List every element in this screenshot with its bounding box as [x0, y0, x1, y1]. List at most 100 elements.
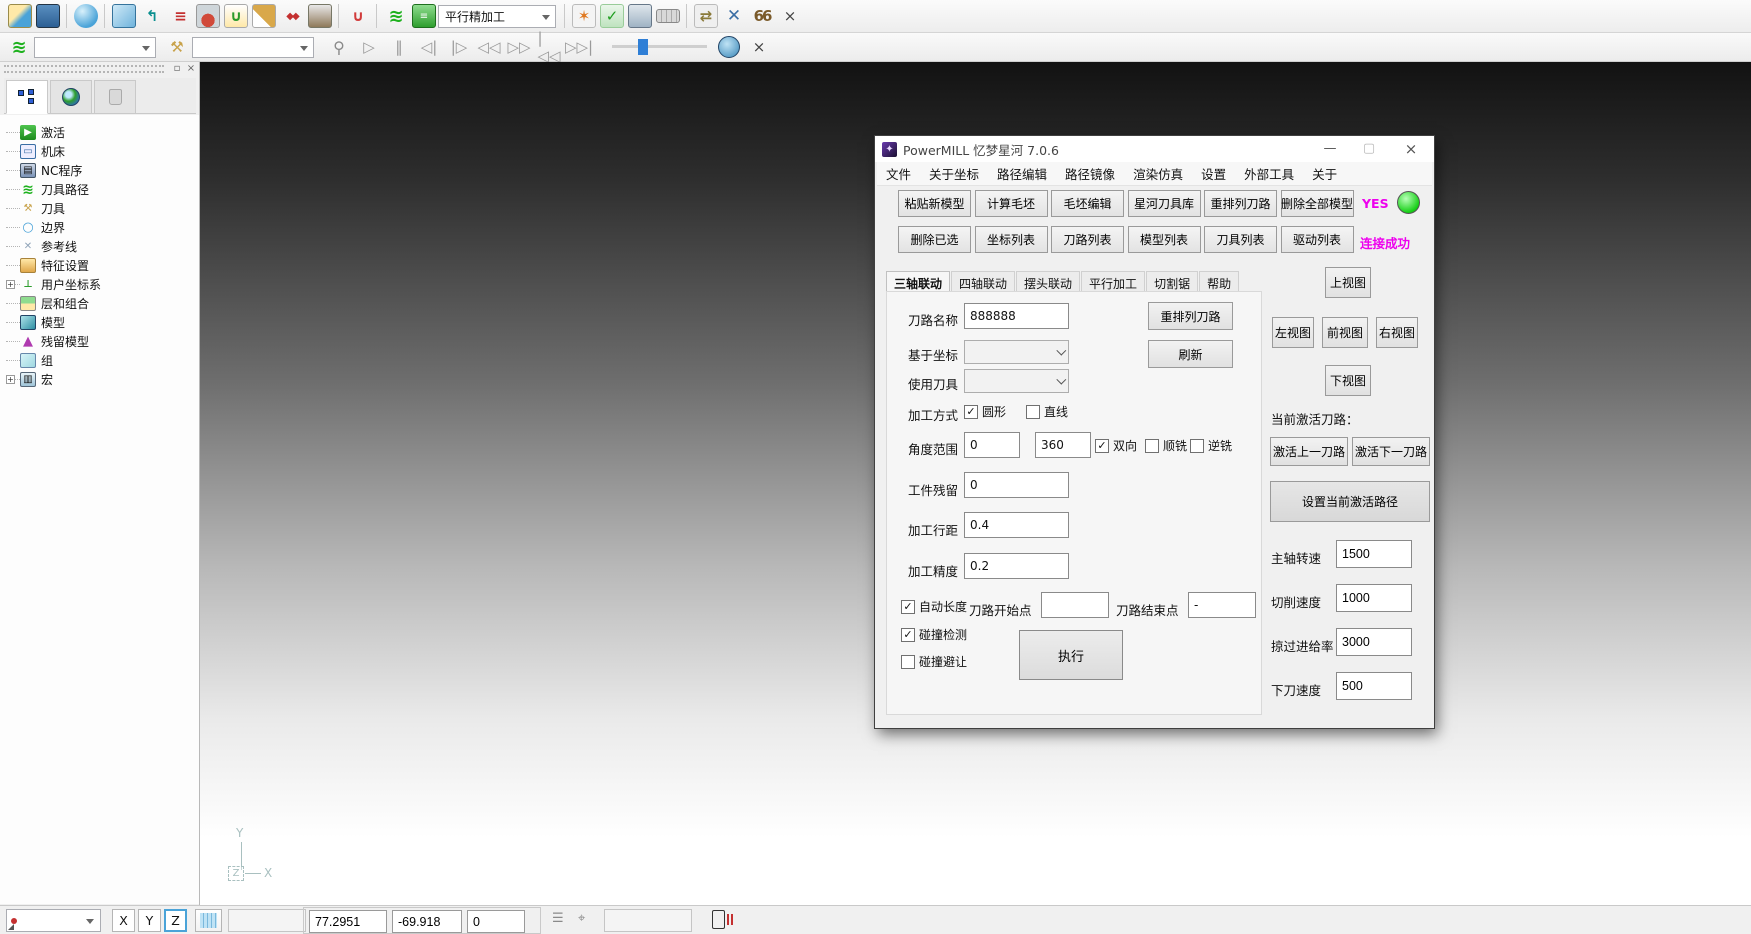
calculator-icon[interactable] [628, 4, 652, 28]
toolbar-close-icon[interactable]: × [778, 4, 802, 28]
view-top-button[interactable]: 上视图 [1325, 267, 1371, 298]
tool-icon[interactable]: ∪ [224, 4, 248, 28]
menu-external-tools[interactable]: 外部工具 [1235, 160, 1303, 187]
paste-new-model-button[interactable]: 粘贴新模型 [898, 190, 971, 217]
toolpath-name-input[interactable] [964, 303, 1069, 329]
cursor-z-input[interactable] [467, 910, 525, 933]
compute-block-button[interactable]: 计算毛坯 [975, 190, 1048, 217]
tree-item-patterns[interactable]: ✕ 参考线 [6, 237, 199, 256]
delete-selected-button[interactable]: 删除已选 [898, 226, 971, 253]
minimize-icon[interactable]: — [1313, 136, 1347, 162]
points-icon[interactable]: ◆◆ [280, 4, 304, 28]
angle-start-input[interactable] [964, 432, 1020, 458]
pattern-icon[interactable] [252, 4, 276, 28]
tab-help[interactable]: 帮助 [1199, 271, 1239, 292]
view-bottom-button[interactable]: 下视图 [1325, 365, 1371, 396]
clipboard-pause-icon[interactable] [712, 910, 725, 929]
menu-about-coords[interactable]: 关于坐标 [920, 160, 988, 187]
step-back-icon[interactable]: ◁| [418, 36, 440, 58]
clock-icon[interactable] [718, 36, 740, 58]
rapid-move-heights-icon[interactable]: ↰ [140, 4, 164, 28]
go-to-end-icon[interactable]: ▷▷| [568, 36, 590, 58]
save-project-icon[interactable] [36, 4, 60, 28]
menu-render-simulate[interactable]: 渲染仿真 [1124, 160, 1192, 187]
rewind-icon[interactable]: ◁◁ [478, 36, 500, 58]
auto-length-checkbox[interactable]: ✓ 自动长度 [901, 598, 967, 615]
axis-y-button[interactable]: Y [138, 909, 161, 932]
tree-item-tools[interactable]: ⚒ 刀具 [6, 199, 199, 218]
block-edit-button[interactable]: 毛坯编辑 [1051, 190, 1124, 217]
open-project-icon[interactable] [8, 4, 32, 28]
menu-path-mirror[interactable]: 路径镜像 [1056, 160, 1124, 187]
expand-icon[interactable]: + [6, 375, 15, 384]
collision-avoid-checkbox[interactable]: 碰撞避让 [901, 653, 967, 670]
climb-mill-checkbox[interactable]: 顺铣 [1145, 437, 1187, 454]
xyz-list-icon[interactable]: ☰ [552, 911, 564, 926]
menu-about[interactable]: 关于 [1303, 160, 1346, 187]
view-right-button[interactable]: 右视图 [1376, 317, 1418, 348]
activate-prev-toolpath-button[interactable]: 激活上一刀路 [1270, 437, 1348, 466]
grid-snap-button[interactable] [195, 909, 222, 932]
delete-all-models-button[interactable]: 删除全部模型 [1281, 190, 1354, 217]
simulation-speed-slider[interactable] [612, 45, 707, 48]
maximize-icon[interactable]: ▢ [1352, 136, 1386, 162]
lightbulb-icon[interactable]: ⚲ [328, 36, 350, 58]
line-checkbox[interactable]: 直线 [1026, 403, 1068, 420]
glasses-icon[interactable]: 66 [750, 4, 774, 28]
probe-combobox[interactable] [6, 909, 101, 932]
cut-icon[interactable]: ✕ [722, 4, 746, 28]
locate-point-icon[interactable]: ⌖ [578, 911, 585, 926]
view-left-button[interactable]: 左视图 [1272, 317, 1314, 348]
coord-base-select[interactable] [964, 340, 1069, 364]
model-list-button[interactable]: 模型列表 [1128, 226, 1201, 253]
activate-next-toolpath-button[interactable]: 激活下一刀路 [1352, 437, 1430, 466]
tree-item-machine[interactable]: ▭ 机床 [6, 142, 199, 161]
tab-saw[interactable]: 切割锯 [1146, 271, 1198, 292]
axis-x-button[interactable]: X [112, 909, 135, 932]
panel-grip[interactable] [4, 65, 164, 73]
play-icon[interactable]: ▷ [358, 36, 380, 58]
stock-remain-input[interactable] [964, 472, 1069, 498]
view-front-button[interactable]: 前视图 [1322, 317, 1368, 348]
strategy-combobox[interactable]: 平行精加工 [438, 5, 556, 28]
axis-z-button[interactable]: Z [164, 909, 187, 932]
tree-item-feature-sets[interactable]: 特征设置 [6, 256, 199, 275]
drive-list-button[interactable]: 驱动列表 [1281, 226, 1354, 253]
menu-path-edit[interactable]: 路径编辑 [988, 160, 1056, 187]
tree-item-nc-programs[interactable]: ▤ NC程序 [6, 161, 199, 180]
tree-item-levels[interactable]: 层和组合 [6, 294, 199, 313]
tree-item-workplanes[interactable]: + ⊥ 用户坐标系 [6, 275, 199, 294]
bidirectional-checkbox[interactable]: ✓ 双向 [1095, 437, 1137, 454]
collision-check-checkbox[interactable]: ✓ 碰撞检测 [901, 626, 967, 643]
spindle-speed-input[interactable] [1336, 540, 1412, 568]
tool-library-button[interactable]: 星河刀具库 [1128, 190, 1201, 217]
angle-end-input[interactable] [1035, 432, 1091, 458]
tool-list-button[interactable]: 刀具列表 [1204, 226, 1277, 253]
tab-parallel[interactable]: 平行加工 [1081, 271, 1145, 292]
tree-item-macros[interactable]: + ▥ 宏 [6, 370, 199, 389]
tree-item-groups[interactable]: 组 [6, 351, 199, 370]
toolpath-strategies-icon[interactable]: ≋ [384, 4, 408, 28]
set-active-path-button[interactable]: 设置当前激活路径 [1270, 481, 1430, 522]
slider-handle[interactable] [638, 39, 648, 55]
grid-size-input[interactable] [228, 909, 306, 932]
panel-float-icon[interactable]: ▫ [170, 63, 184, 75]
tree-item-boundaries[interactable]: ○ 边界 [6, 218, 199, 237]
go-to-start-icon[interactable]: |◁◁ [538, 36, 560, 58]
reorder-toolpaths-button[interactable]: 重排列刀路 [1204, 190, 1277, 217]
simulation-toolpath-combobox[interactable] [34, 37, 156, 58]
fast-forward-icon[interactable]: ▷▷ [508, 36, 530, 58]
menu-file[interactable]: 文件 [877, 160, 920, 187]
tab-explorer-tree[interactable] [6, 80, 48, 114]
start-point-input[interactable] [1041, 592, 1109, 618]
cutting-feed-input[interactable] [1336, 584, 1412, 612]
z-heights-icon[interactable]: ≡ [168, 4, 192, 28]
refresh-button[interactable]: 刷新 [1148, 340, 1233, 368]
step-forward-icon[interactable]: |▷ [448, 36, 470, 58]
panel-close-icon[interactable]: × [184, 63, 198, 75]
simulation-tool-combobox[interactable] [192, 37, 314, 58]
block-icon[interactable] [112, 4, 136, 28]
tab-explorer-recycle[interactable] [94, 80, 136, 114]
start-point-icon[interactable] [196, 4, 220, 28]
tab-explorer-web[interactable] [50, 80, 92, 114]
